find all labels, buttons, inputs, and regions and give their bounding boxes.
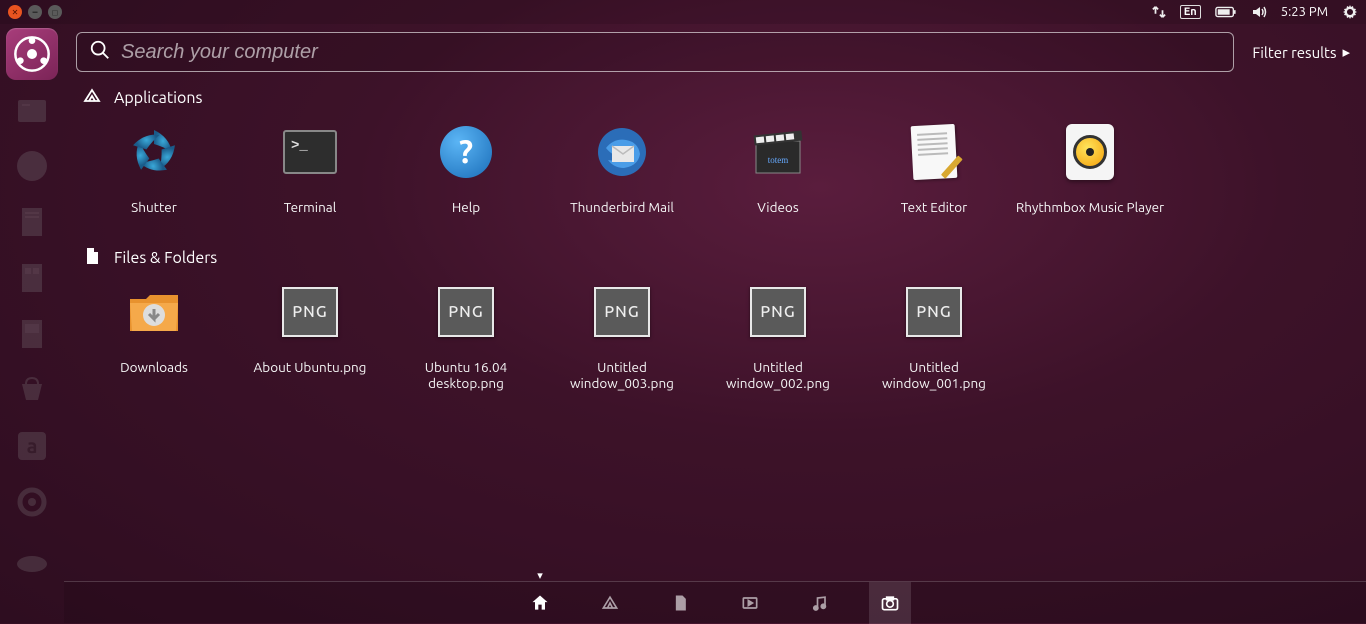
app-thunderbird[interactable]: Thunderbird Mail: [544, 120, 700, 232]
dash-button[interactable]: [6, 28, 58, 80]
chevron-down-icon: ▾: [537, 569, 543, 582]
app-rhythmbox[interactable]: Rhythmbox Music Player: [1012, 120, 1168, 232]
terminal-icon: [283, 130, 337, 174]
files-grid: Downloads PNG About Ubuntu.png PNG Ubunt…: [76, 280, 1354, 392]
file-label: Ubuntu 16.04 desktop.png: [388, 360, 544, 392]
top-panel: ✕ ━ ◻ En 5:23 PM: [0, 0, 1366, 24]
app-label: Text Editor: [901, 200, 967, 232]
file-untitled-003[interactable]: PNG Untitled window_003.png: [544, 280, 700, 392]
file-untitled-001[interactable]: PNG Untitled window_001.png: [856, 280, 1012, 392]
app-label: Videos: [757, 200, 798, 232]
lens-home[interactable]: ▾: [519, 582, 561, 624]
file-label: Downloads: [120, 360, 188, 392]
search-box[interactable]: [76, 32, 1234, 72]
clock[interactable]: 5:23 PM: [1281, 5, 1328, 19]
chevron-right-icon: ▸: [1342, 43, 1350, 61]
file-downloads[interactable]: Downloads: [76, 280, 232, 392]
lens-files[interactable]: [659, 582, 701, 624]
launcher-settings[interactable]: [6, 476, 58, 528]
app-label: Shutter: [131, 200, 177, 232]
volume-icon[interactable]: [1251, 4, 1267, 20]
lens-applications[interactable]: [589, 582, 631, 624]
png-icon: PNG: [282, 287, 338, 337]
app-label: Thunderbird Mail: [570, 200, 674, 232]
maximize-button[interactable]: ◻: [48, 5, 62, 19]
launcher-impress[interactable]: [6, 308, 58, 360]
system-indicators: En 5:23 PM: [1152, 4, 1358, 20]
videos-icon: totem: [750, 127, 806, 177]
lens-music[interactable]: [799, 582, 841, 624]
app-label: Rhythmbox Music Player: [1016, 200, 1164, 232]
dash: Filter results ▸ Applications Shutter Te…: [64, 24, 1366, 623]
file-label: About Ubuntu.png: [254, 360, 367, 392]
app-videos[interactable]: totem Videos: [700, 120, 856, 232]
file-about-ubuntu[interactable]: PNG About Ubuntu.png: [232, 280, 388, 392]
network-icon[interactable]: [1152, 5, 1166, 19]
gear-icon[interactable]: [1342, 4, 1358, 20]
svg-text:a: a: [27, 434, 38, 457]
shutter-icon: [126, 124, 182, 180]
applications-grid: Shutter Terminal ? Help Thunderbird Mail…: [76, 120, 1354, 232]
lens-video[interactable]: [729, 582, 771, 624]
png-icon: PNG: [438, 287, 494, 337]
files-title: Files & Folders: [114, 249, 217, 267]
filter-results-button[interactable]: Filter results ▸: [1252, 43, 1354, 61]
file-label: Untitled window_003.png: [544, 360, 700, 392]
lens-photos[interactable]: [869, 582, 911, 624]
window-controls: ✕ ━ ◻: [8, 5, 62, 19]
app-shutter[interactable]: Shutter: [76, 120, 232, 232]
app-label: Terminal: [284, 200, 337, 232]
file-label: Untitled window_002.png: [700, 360, 856, 392]
launcher-amazon[interactable]: a: [6, 420, 58, 472]
file-ubuntu-desktop[interactable]: PNG Ubuntu 16.04 desktop.png: [388, 280, 544, 392]
filter-results-label: Filter results: [1252, 44, 1336, 61]
close-button[interactable]: ✕: [8, 5, 22, 19]
keyboard-layout-indicator[interactable]: En: [1180, 5, 1201, 19]
files-section-header[interactable]: Files & Folders: [82, 246, 1354, 270]
file-icon: [82, 246, 102, 270]
minimize-button[interactable]: ━: [28, 5, 42, 19]
battery-icon[interactable]: [1215, 6, 1237, 18]
png-icon: PNG: [906, 287, 962, 337]
file-untitled-002[interactable]: PNG Untitled window_002.png: [700, 280, 856, 392]
help-icon: ?: [440, 126, 492, 178]
search-input[interactable]: [121, 41, 1221, 64]
applications-section-header[interactable]: Applications: [82, 86, 1354, 110]
applications-icon: [82, 86, 102, 110]
svg-text:totem: totem: [768, 155, 789, 165]
launcher-calc[interactable]: [6, 252, 58, 304]
launcher-software[interactable]: [6, 364, 58, 416]
launcher-files[interactable]: [6, 84, 58, 136]
lens-bar: ▾: [64, 581, 1366, 623]
png-icon: PNG: [594, 287, 650, 337]
png-icon: PNG: [750, 287, 806, 337]
thunderbird-icon: [594, 124, 650, 180]
app-label: Help: [452, 200, 480, 232]
app-terminal[interactable]: Terminal: [232, 120, 388, 232]
launcher: a: [0, 24, 64, 623]
rhythmbox-icon: [1066, 124, 1114, 180]
launcher-writer[interactable]: [6, 196, 58, 248]
file-label: Untitled window_001.png: [856, 360, 1012, 392]
applications-title: Applications: [114, 89, 202, 107]
app-help[interactable]: ? Help: [388, 120, 544, 232]
texteditor-icon: [911, 124, 958, 180]
launcher-firefox[interactable]: [6, 140, 58, 192]
launcher-drive[interactable]: [6, 532, 58, 584]
folder-download-icon: [126, 289, 182, 335]
app-texteditor[interactable]: Text Editor: [856, 120, 1012, 232]
search-icon: [89, 39, 111, 65]
